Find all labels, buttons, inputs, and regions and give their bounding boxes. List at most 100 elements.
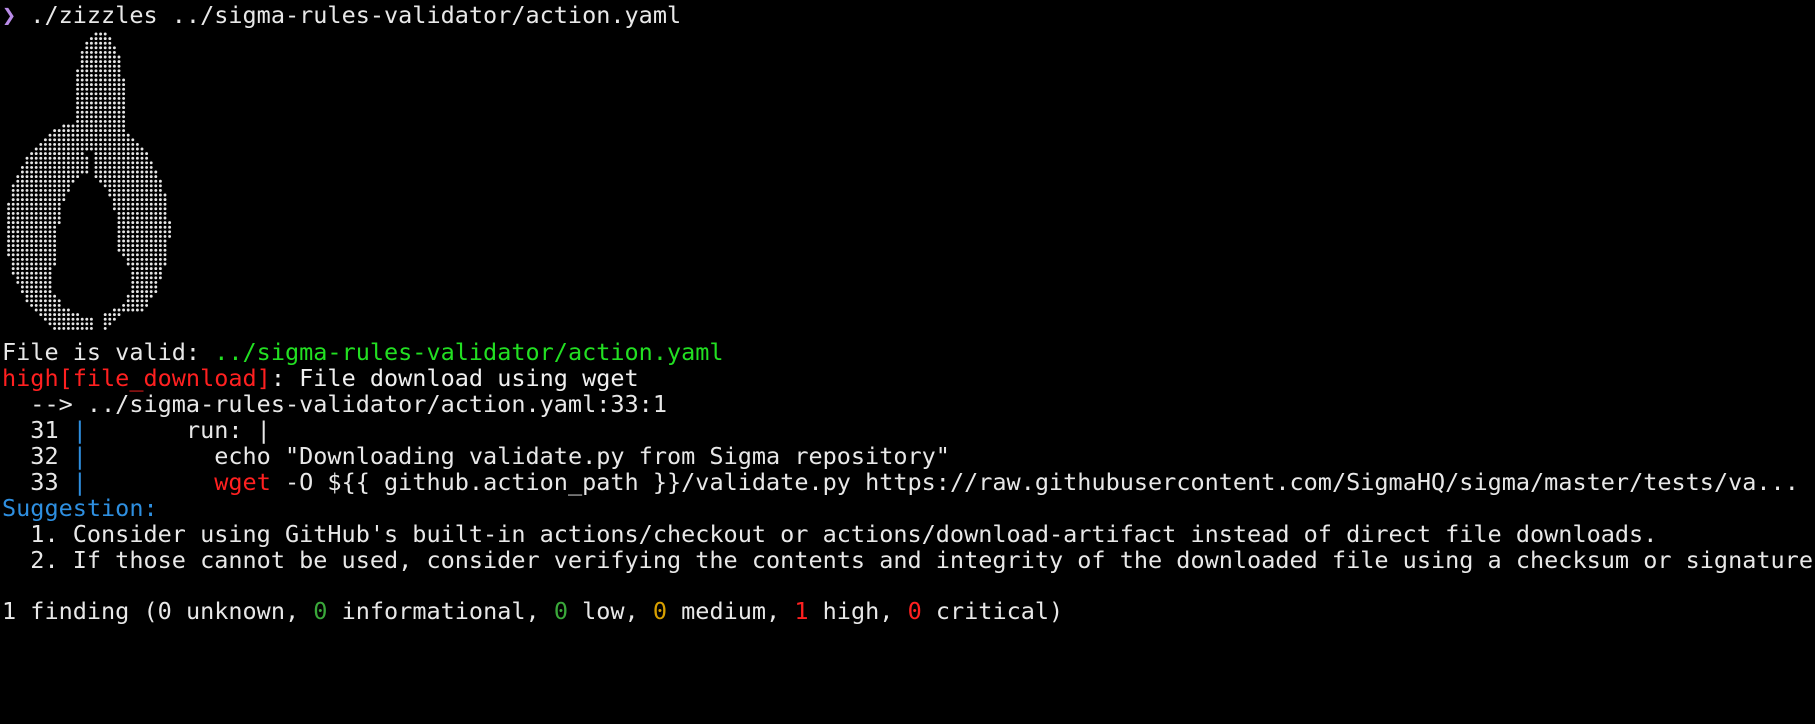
flame-dot [53,253,57,257]
flame-dot [122,106,126,110]
flame-dot [85,115,89,119]
flame-dot [43,156,47,160]
flame-dot [62,165,66,169]
flame-dot [89,92,93,96]
flame-dot [126,142,130,146]
flame-dot [39,285,43,289]
finding-message: : File download using wget [270,364,639,392]
flame-dot [39,257,43,261]
flame-dot [94,83,98,87]
flame-dot [76,101,80,105]
flame-dot [20,198,24,202]
flame-dot [53,170,57,174]
flame-dot [117,239,121,243]
flame-dot [126,179,130,183]
flame-dot [131,184,135,188]
flame-dot [30,175,34,179]
flame-dot [16,239,20,243]
flame-dot [48,285,52,289]
flame-dot [99,142,103,146]
flame-dot [154,262,158,266]
flame-dot [30,290,34,294]
flame-dot [20,170,24,174]
flame-dot [89,73,93,77]
flame-dot [94,37,98,41]
flame-dot [85,161,89,165]
flame-dot [154,175,158,179]
flame-dot [108,64,112,68]
flame-dot [53,138,57,142]
flame-dot [57,184,61,188]
flame-dot [30,152,34,156]
flame-dot [117,207,121,211]
flame-dot [117,313,121,317]
flame-dot [30,285,34,289]
flame-dot [112,55,116,59]
flame-dot [25,216,29,220]
flame-dot [53,248,57,252]
flame-dot [62,161,66,165]
flame-dot [158,244,162,248]
flame-dot [108,83,112,87]
flame-dot [43,165,47,169]
flame-dot [135,188,139,192]
flame-dot [48,175,52,179]
flame-dot [25,221,29,225]
flame-dot [7,207,11,211]
flame-dot [99,106,103,110]
flame-dot [99,138,103,142]
flame-dot [145,170,149,174]
flame-dot [34,308,38,312]
flame-dot [108,87,112,91]
flame-dot [25,280,29,284]
flame-dot [16,216,20,220]
flame-dot [89,317,93,321]
flame-dot [20,280,24,284]
flame-dot [122,152,126,156]
flame-dot [80,110,84,114]
flame-dot [117,92,121,96]
terminal-window[interactable]: ❯ ./zizzles ../sigma-rules-validator/act… [0,0,1815,724]
flame-dot [57,170,61,174]
flame-dot [48,165,52,169]
flame-dot [43,299,47,303]
flame-dot [103,152,107,156]
flame-dot [34,294,38,298]
flame-dot [34,230,38,234]
flame-dot [126,230,130,234]
flame-dot [25,161,29,165]
flame-dot [140,207,144,211]
flame-dot [149,239,153,243]
flame-dot [168,234,172,238]
flame-dot [43,225,47,229]
flame-dot [140,184,144,188]
flame-dot [48,322,52,326]
flame-dot [16,225,20,229]
flame-dot [53,294,57,298]
flame-dot [149,280,153,284]
flame-dot [53,299,57,303]
flame-dot [30,234,34,238]
flame-dot [149,262,153,266]
flame-dot [66,152,70,156]
flame-dot [135,290,139,294]
flame-dot [135,165,139,169]
flame-dot [103,317,107,321]
flame-dot [43,313,47,317]
flame-dot [43,271,47,275]
flame-dot [48,280,52,284]
flame-dot [126,170,130,174]
flame-dot [25,239,29,243]
flame-dot [7,239,11,243]
flame-dot [76,322,80,326]
flame-dot [25,248,29,252]
flame-dot [43,244,47,248]
flame-dot [103,41,107,45]
flame-dot [135,207,139,211]
flame-dot [131,211,135,215]
flame-dot [62,124,66,128]
flame-dot [99,110,103,114]
flame-dot [62,133,66,137]
flame-dot [149,290,153,294]
flame-dot [80,326,84,330]
